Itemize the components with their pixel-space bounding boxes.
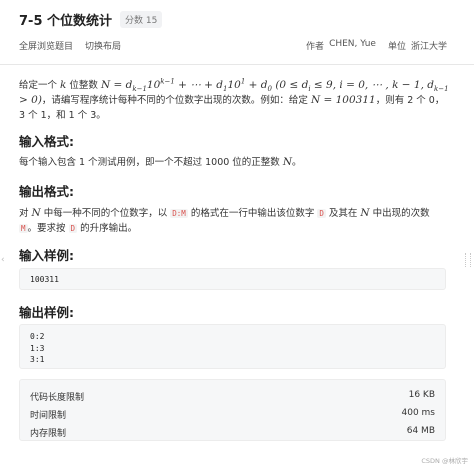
problem-toolbar: 全屏浏览题目 切换布局 作者 CHEN, Yue 单位 浙江大学 [19, 39, 447, 53]
header-divider [0, 64, 474, 65]
watermark: CSDN @林欣宇 [421, 457, 468, 465]
problem-title: 7-5 个位数统计 [19, 14, 113, 29]
limit-row-time: 时间限制 400 ms [30, 408, 435, 421]
org-info: 单位 浙江大学 [388, 39, 447, 52]
score-badge: 分数 15 [120, 11, 163, 28]
limit-row-memory: 内存限制 64 MB [30, 426, 435, 439]
output-format-text: 对 N 中每一种不同的个位数字，以 D:M 的格式在一行中输出该位数字 D 及其… [19, 207, 430, 234]
limit-row-code-length: 代码长度限制 16 KB [30, 390, 435, 403]
author-label: 作者 [306, 42, 325, 52]
org-value: 浙江大学 [410, 42, 447, 52]
input-format-heading: 输入格式: [19, 134, 74, 149]
fullscreen-button[interactable]: 全屏浏览题目 [19, 39, 73, 52]
title-row: 7-5 个位数统计 分数 15 [19, 10, 163, 29]
collapse-left-icon[interactable]: ‹ [1, 256, 5, 265]
limits-panel: 代码长度限制 16 KB 时间限制 400 ms 内存限制 64 MB [19, 379, 446, 441]
author-value: CHEN, Yue [329, 39, 376, 49]
sample-output-line: 3:1 [30, 355, 45, 364]
org-label: 单位 [387, 42, 406, 52]
input-format-text: 每个输入包含 1 个测试用例，即一个不超过 1000 位的正整数 N。 [19, 156, 302, 168]
sample-output-heading: 输出样例: [19, 305, 74, 320]
switch-layout-button[interactable]: 切换布局 [85, 39, 121, 52]
author-info: 作者 CHEN, Yue [306, 39, 376, 52]
sample-output-line: 1:3 [30, 343, 45, 353]
problem-page: ‹ 7-5 个位数统计 分数 15 全屏浏览题目 切换布局 作者 CHEN, Y… [0, 0, 474, 468]
sample-input-heading: 输入样例: [19, 248, 74, 263]
sample-output-line: 0:2 [30, 332, 45, 341]
sample-input-block[interactable]: 100311 [19, 268, 446, 290]
sample-input-line: 100311 [30, 275, 59, 284]
sample-output-block[interactable]: 0:2 1:3 3:1 [19, 324, 446, 369]
problem-description: 给定一个 k 位整数 N = dk−110k−1 + ⋯ + d1101 + d… [19, 77, 449, 121]
resize-handle-icon[interactable] [465, 253, 471, 267]
output-format-heading: 输出格式: [19, 184, 74, 199]
